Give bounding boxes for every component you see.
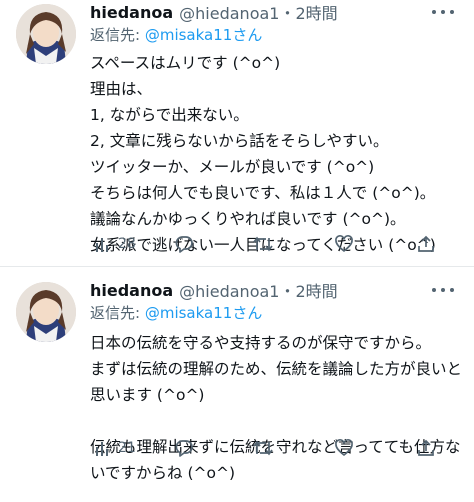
like-button[interactable] — [334, 436, 354, 460]
retweet-button[interactable] — [252, 436, 274, 460]
reply-button[interactable] — [174, 436, 194, 460]
reply-mention-link[interactable]: @misaka11さん — [145, 26, 263, 44]
avatar[interactable] — [16, 282, 76, 342]
reply-button[interactable] — [174, 232, 194, 256]
retweet-icon — [253, 440, 273, 456]
tweet[interactable]: hiedanoa @hiedanoa1・2時間 返信先: @misaka11さん… — [0, 0, 474, 266]
reply-mention-link[interactable]: @misaka11さん — [145, 304, 263, 322]
tweet-text: 日本の伝統を守るや支持するのが保守ですから。 まずは伝統の理解のため、伝統を議論… — [90, 334, 463, 482]
bar-chart-icon — [96, 238, 108, 252]
tweet-header: hiedanoa @hiedanoa1・2時間 — [90, 0, 474, 24]
views-count: 28 — [118, 236, 136, 252]
heart-icon — [335, 235, 353, 252]
handle-and-time[interactable]: @hiedanoa1・2時間 — [179, 278, 338, 302]
tweet-actions: 21 — [90, 436, 438, 460]
reply-to: 返信先: @misaka11さん — [90, 302, 262, 323]
tweet-actions: 28 — [90, 232, 438, 256]
tweet-header: hiedanoa @hiedanoa1・2時間 — [90, 278, 474, 302]
display-name[interactable]: hiedanoa — [90, 281, 173, 300]
display-name[interactable]: hiedanoa — [90, 3, 173, 22]
share-button[interactable] — [416, 232, 436, 256]
more-options-icon[interactable] — [432, 282, 454, 298]
reply-prefix: 返信先: — [90, 304, 145, 322]
tweet-divider — [0, 266, 474, 267]
more-options-icon[interactable] — [432, 4, 454, 20]
share-button[interactable] — [416, 436, 436, 460]
reply-prefix: 返信先: — [90, 26, 145, 44]
tweet[interactable]: hiedanoa @hiedanoa1・2時間 返信先: @misaka11さん… — [0, 268, 474, 502]
reply-to: 返信先: @misaka11さん — [90, 24, 262, 45]
views-button[interactable]: 28 — [94, 232, 136, 256]
like-button[interactable] — [334, 232, 354, 256]
share-icon — [418, 439, 434, 456]
retweet-icon — [253, 236, 273, 252]
heart-icon — [335, 439, 353, 456]
share-icon — [418, 235, 434, 252]
avatar[interactable] — [16, 4, 76, 64]
bar-chart-icon — [96, 442, 108, 456]
retweet-button[interactable] — [252, 232, 274, 256]
handle-and-time[interactable]: @hiedanoa1・2時間 — [179, 0, 338, 24]
views-button[interactable]: 21 — [94, 436, 136, 460]
comment-icon — [175, 236, 193, 253]
tweet-text: スペースはムリです (^o^) 理由は、 1, ながらで出来ない。 2, 文章に… — [90, 54, 436, 254]
views-count: 21 — [118, 440, 136, 456]
comment-icon — [175, 440, 193, 457]
